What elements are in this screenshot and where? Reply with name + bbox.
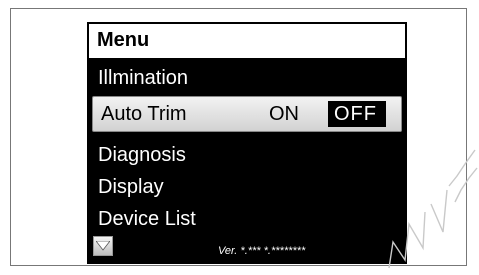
menu-item-device-list[interactable]: Device List (98, 208, 196, 231)
device-screen: Menu Illmination Auto Trim ON OFF Diagno… (87, 22, 407, 264)
menu-item-auto-trim[interactable]: Auto Trim ON OFF (92, 96, 402, 132)
menu-title: Menu (97, 29, 150, 51)
auto-trim-off-option[interactable]: OFF (328, 101, 386, 127)
auto-trim-on-option[interactable]: ON (269, 103, 299, 126)
menu-item-diagnosis[interactable]: Diagnosis (98, 144, 186, 167)
menu-item-display[interactable]: Display (98, 176, 164, 199)
version-text: Ver. *.*** *.******** (218, 245, 306, 257)
auto-trim-off-label: OFF (334, 103, 377, 125)
menu-header: Menu (88, 23, 406, 59)
scroll-down-button[interactable] (93, 236, 113, 256)
triangle-down-icon (96, 241, 110, 251)
auto-trim-label: Auto Trim (101, 103, 187, 125)
menu-item-illumination[interactable]: Illmination (98, 67, 188, 90)
